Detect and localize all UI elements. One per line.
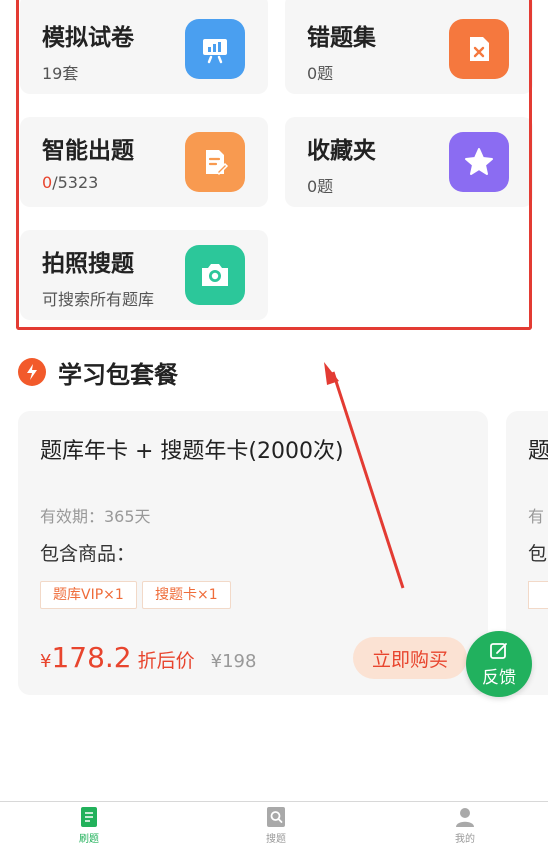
nav-item-practice[interactable]: 刷题 [59,806,119,845]
package-validity: 有 [528,507,545,526]
nav-item-search-question[interactable]: 搜题 [246,806,306,845]
buy-now-button[interactable]: 立即购买 [353,637,467,679]
package-validity: 有效期：365天 [40,507,151,526]
nav-label: 搜题 [266,834,286,845]
package-contains-label: 包含商品： [40,543,136,565]
package-title: 题 [528,439,548,464]
price-currency: ¥ [40,651,52,672]
nav-label: 我的 [455,834,475,845]
practice-icon [81,807,97,827]
package-tag-edge [528,581,548,609]
bottom-nav: 刷题 搜题 我的 [0,801,548,845]
price-label: 折后价 [137,650,195,672]
lightning-icon [18,358,46,386]
package-tag: 搜题卡×1 [142,581,231,609]
section-header: 学习包套餐 [18,354,178,390]
original-price: ¥198 [210,651,257,672]
package-card[interactable]: 题库年卡 + 搜题年卡(2000次) 有效期：365天 包含商品： 题库VIP×… [18,411,488,695]
section-title: 学习包套餐 [58,360,178,389]
profile-icon [456,808,474,827]
nav-item-profile[interactable]: 我的 [435,806,495,845]
feedback-edit-icon [490,642,507,659]
price-value: 178.2 [51,641,132,674]
feedback-button[interactable]: 反馈 [466,631,532,697]
package-tag: 题库VIP×1 [40,581,137,609]
feedback-label: 反馈 [482,667,516,688]
nav-label: 刷题 [79,834,99,845]
search-question-icon [267,807,285,827]
price-row: ¥ 178.2 折后价 ¥198 [40,641,256,674]
package-title: 题库年卡 + 搜题年卡(2000次) [40,439,344,464]
package-contains-label: 包 [528,543,548,565]
highlight-annotation-box [16,0,532,330]
